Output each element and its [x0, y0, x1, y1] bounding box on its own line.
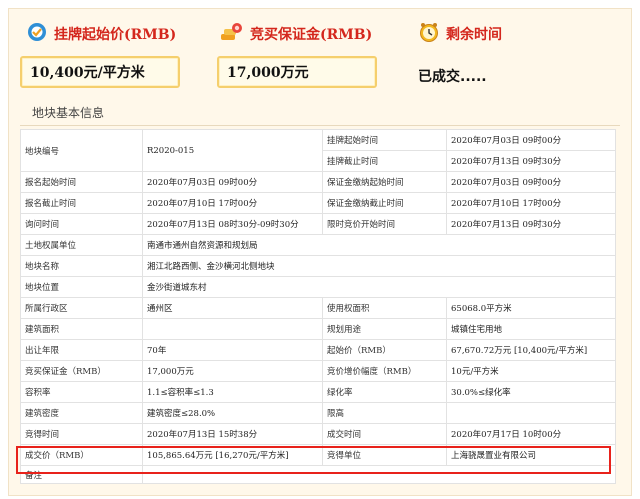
section-title: 地块基本信息	[32, 106, 105, 120]
price-tag-icon	[26, 21, 48, 47]
cell-value: 2020年07月13日 08时30分-09时30分	[142, 213, 323, 235]
starting-price-box: 10,400元/平方米	[20, 56, 180, 88]
table-row: 建筑面积 规划用途 城镇住宅用地	[20, 318, 616, 340]
cell-value: 1.1≤容积率≤1.3	[142, 381, 323, 403]
table-row: 成交价（RMB） 105,865.64万元 [16,270元/平方米] 竞得单位…	[20, 444, 616, 466]
alarm-clock-icon	[418, 21, 440, 47]
cell-value: 30.0%≤绿化率	[446, 381, 616, 403]
cell-value: 2020年07月03日 09时00分	[446, 171, 616, 193]
cell-label: 询问时间	[20, 213, 143, 235]
cell-value: 南通市通州自然资源和规划局	[142, 234, 616, 256]
time-left-label: 剩余时间	[446, 27, 502, 43]
cell-value: 2020年07月13日 15时38分	[142, 423, 323, 445]
deposit-box: 17,000万元	[217, 56, 377, 88]
cell-label: 限高	[322, 402, 447, 424]
cell-label: 起始价（RMB）	[322, 339, 447, 361]
cell-label: 容积率	[20, 381, 143, 403]
cell-value: 2020年07月13日 09时30分	[446, 150, 616, 172]
cell-label: 所属行政区	[20, 297, 143, 319]
cell-label: 建筑面积	[20, 318, 143, 340]
table-row: 备注	[20, 465, 616, 484]
cell-label: 规划用途	[322, 318, 447, 340]
deposit-value: 17,000万元	[227, 65, 309, 81]
cell-label: 使用权面积	[322, 297, 447, 319]
cell-value: R2020-015	[142, 129, 323, 172]
time-left-header: 剩余时间	[418, 22, 502, 46]
cell-value: 65068.0平方米	[446, 297, 616, 319]
cell-label: 报名起始时间	[20, 171, 143, 193]
table-row: 报名截止时间 2020年07月10日 17时00分 保证金缴纳截止时间 2020…	[20, 192, 616, 214]
cell-value: 17,000万元	[142, 360, 323, 382]
cell-value: 上海骁晟置业有限公司	[446, 444, 616, 466]
starting-price-header: 挂牌起始价(RMB)	[26, 22, 176, 46]
cell-value	[142, 465, 616, 484]
cell-value: 2020年07月03日 09时00分	[142, 171, 323, 193]
table-row: 建筑密度 建筑密度≤28.0% 限高	[20, 402, 616, 424]
cell-value: 2020年07月10日 17时00分	[142, 192, 323, 214]
deposit-header: 竞买保证金(RMB)	[218, 22, 372, 46]
cell-label: 竞得单位	[322, 444, 447, 466]
cell-value: 10元/平方米	[446, 360, 616, 382]
land-info-table: 地块编号 R2020-015 挂牌起始时间 2020年07月03日 09时00分…	[20, 129, 616, 484]
cell-label: 地块名称	[20, 255, 143, 277]
cell-label: 报名截止时间	[20, 192, 143, 214]
cell-value	[446, 402, 616, 424]
table-row: 容积率 1.1≤容积率≤1.3 绿化率 30.0%≤绿化率	[20, 381, 616, 403]
table-row: 地块位置 金沙街道城东村	[20, 276, 616, 298]
cell-label: 地块位置	[20, 276, 143, 298]
cell-value	[142, 318, 323, 340]
cell-value: 湘江北路西侧、金沙横河北侧地块	[142, 255, 616, 277]
cell-value: 2020年07月10日 17时00分	[446, 192, 616, 214]
table-row: 土地权属单位 南通市通州自然资源和规划局	[20, 234, 616, 256]
cell-value: 2020年07月13日 09时30分	[446, 213, 616, 235]
cell-label: 竞得时间	[20, 423, 143, 445]
table-row: 报名起始时间 2020年07月03日 09时00分 保证金缴纳起始时间 2020…	[20, 171, 616, 193]
cell-value: 通州区	[142, 297, 323, 319]
cell-label: 备注	[20, 465, 143, 484]
deposit-label: 竞买保证金(RMB)	[250, 27, 373, 43]
coin-stack-icon	[218, 21, 244, 47]
table-row: 所属行政区 通州区 使用权面积 65068.0平方米	[20, 297, 616, 319]
section-divider	[20, 125, 620, 126]
cell-label: 土地权属单位	[20, 234, 143, 256]
cell-value: 城镇住宅用地	[446, 318, 616, 340]
cell-label: 出让年限	[20, 339, 143, 361]
cell-label: 挂牌起始时间	[322, 129, 447, 151]
cell-label: 绿化率	[322, 381, 447, 403]
cell-label: 地块编号	[20, 129, 143, 172]
table-row: 询问时间 2020年07月13日 08时30分-09时30分 限时竞价开始时间 …	[20, 213, 616, 235]
cell-label: 保证金缴纳截止时间	[322, 192, 447, 214]
auction-status: 已成交.....	[418, 69, 487, 85]
cell-label: 挂牌截止时间	[322, 150, 447, 172]
cell-value: 金沙街道城东村	[142, 276, 616, 298]
cell-label: 保证金缴纳起始时间	[322, 171, 447, 193]
starting-price-value: 10,400元/平方米	[30, 65, 145, 81]
table-row: 地块名称 湘江北路西侧、金沙横河北侧地块	[20, 255, 616, 277]
cell-value: 105,865.64万元 [16,270元/平方米]	[142, 444, 323, 466]
cell-value: 67,670.72万元 [10,400元/平方米]	[446, 339, 616, 361]
table-row: 竞买保证金（RMB） 17,000万元 竞价增价幅度（RMB） 10元/平方米	[20, 360, 616, 382]
cell-label: 成交时间	[322, 423, 447, 445]
cell-value: 2020年07月17日 10时00分	[446, 423, 616, 445]
cell-label: 限时竞价开始时间	[322, 213, 447, 235]
starting-price-label: 挂牌起始价(RMB)	[54, 27, 177, 43]
cell-value: 建筑密度≤28.0%	[142, 402, 323, 424]
cell-label: 竞价增价幅度（RMB）	[322, 360, 447, 382]
cell-label: 建筑密度	[20, 402, 143, 424]
table-row: 出让年限 70年 起始价（RMB） 67,670.72万元 [10,400元/平…	[20, 339, 616, 361]
cell-value: 70年	[142, 339, 323, 361]
cell-label: 竞买保证金（RMB）	[20, 360, 143, 382]
table-row: 竞得时间 2020年07月13日 15时38分 成交时间 2020年07月17日…	[20, 423, 616, 445]
cell-value: 2020年07月03日 09时00分	[446, 129, 616, 151]
table-row: 地块编号 R2020-015 挂牌起始时间 2020年07月03日 09时00分	[20, 129, 616, 172]
cell-label: 成交价（RMB）	[20, 444, 143, 466]
